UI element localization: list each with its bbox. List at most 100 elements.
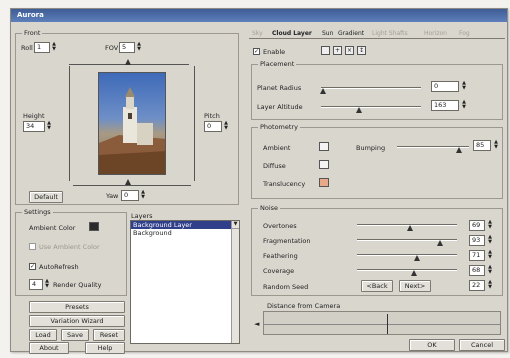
fragmentation-label: Fragmentation bbox=[263, 237, 311, 245]
layer-move-icon[interactable]: ↕ bbox=[357, 46, 366, 55]
layer-delete-icon[interactable]: × bbox=[345, 46, 354, 55]
layer-copy-icon[interactable] bbox=[321, 46, 330, 55]
overtones-thumb[interactable] bbox=[407, 225, 413, 231]
overtones-spinner[interactable]: ▲ ▼ bbox=[487, 220, 493, 231]
yaw-spinner[interactable]: ▲ ▼ bbox=[140, 190, 146, 201]
layers-scrollbar[interactable]: ▼ bbox=[231, 221, 239, 343]
help-button[interactable]: Help bbox=[85, 342, 125, 354]
layer-altitude-spinner[interactable]: ▲ ▼ bbox=[461, 100, 467, 111]
layer-add-icon[interactable]: + bbox=[333, 46, 342, 55]
save-button[interactable]: Save bbox=[61, 329, 89, 341]
planet-radius-field[interactable]: 0 bbox=[431, 81, 459, 92]
preview-image bbox=[98, 72, 166, 175]
feathering-thumb[interactable] bbox=[414, 255, 420, 261]
placement-group: Placement bbox=[251, 60, 503, 120]
next-button[interactable]: Next> bbox=[399, 280, 431, 292]
pitch-label: Pitch bbox=[204, 112, 220, 120]
fragmentation-thumb[interactable] bbox=[437, 240, 443, 246]
load-button[interactable]: Load bbox=[29, 329, 57, 341]
layers-list[interactable]: Background Layer Background ▼ bbox=[130, 220, 240, 344]
front-group-title: Front bbox=[22, 29, 43, 37]
frame-bottom-handle[interactable] bbox=[125, 179, 131, 185]
coverage-thumb[interactable] bbox=[411, 270, 417, 276]
photometry-group-title: Photometry bbox=[258, 123, 300, 131]
bumping-label: Bumping bbox=[356, 144, 386, 152]
tab-horizon[interactable]: Horizon bbox=[421, 29, 450, 39]
random-seed-field[interactable]: 22 bbox=[469, 280, 485, 291]
frame-bottom-guide bbox=[73, 185, 191, 186]
yaw-field[interactable]: 0 bbox=[121, 190, 139, 201]
tab-fog[interactable]: Fog bbox=[456, 29, 473, 39]
planet-radius-thumb[interactable] bbox=[320, 88, 326, 94]
coverage-slider[interactable] bbox=[357, 269, 457, 271]
ambient-swatch[interactable] bbox=[319, 142, 329, 151]
layer-altitude-field[interactable]: 163 bbox=[431, 100, 459, 111]
overtones-field[interactable]: 69 bbox=[469, 220, 485, 231]
layer-item[interactable]: Background bbox=[131, 229, 239, 237]
random-seed-spinner[interactable]: ▲ ▼ bbox=[487, 280, 493, 291]
roll-spinner[interactable]: ▲ ▼ bbox=[51, 42, 57, 53]
scroll-down-arrow-icon[interactable]: ▼ bbox=[232, 221, 239, 229]
tab-sky[interactable]: Sky bbox=[249, 29, 266, 39]
frame-right-guide bbox=[194, 66, 195, 181]
bumping-spinner[interactable]: ▲ ▼ bbox=[493, 140, 499, 151]
feathering-spinner[interactable]: ▲ ▼ bbox=[487, 250, 493, 261]
render-quality-field[interactable]: 4 bbox=[29, 279, 43, 290]
enable-checkbox[interactable]: ✓ bbox=[253, 48, 260, 55]
ambient-color-option-checkbox bbox=[29, 243, 36, 250]
window-title: Aurora bbox=[11, 9, 507, 22]
aurora-window: Aurora Front Roll 1 ▲ ▼ FOV 5 ▲ ▼ Height 3… bbox=[10, 8, 508, 354]
diffuse-swatch[interactable] bbox=[319, 160, 329, 169]
bumping-field[interactable]: 85 bbox=[473, 140, 491, 151]
layer-altitude-slider[interactable] bbox=[321, 106, 421, 108]
cancel-button[interactable]: Cancel bbox=[459, 339, 505, 351]
tab-gradient[interactable]: Gradient bbox=[335, 29, 367, 39]
distance-baseline bbox=[264, 324, 500, 325]
render-quality-spinner[interactable]: ▲ ▼ bbox=[44, 279, 50, 290]
fov-spinner[interactable]: ▲ ▼ bbox=[136, 42, 142, 53]
fragmentation-spinner[interactable]: ▲ ▼ bbox=[487, 235, 493, 246]
layer-altitude-label: Layer Altitude bbox=[257, 103, 303, 111]
planet-radius-label: Planet Radius bbox=[257, 84, 302, 92]
back-button[interactable]: <Back bbox=[361, 280, 393, 292]
translucency-swatch[interactable] bbox=[319, 178, 329, 187]
distance-graph[interactable] bbox=[263, 311, 501, 335]
autorefresh-checkbox[interactable]: ✓ bbox=[29, 263, 36, 270]
layer-altitude-thumb[interactable] bbox=[356, 107, 362, 113]
random-seed-label: Random Seed bbox=[263, 283, 309, 291]
layer-item[interactable]: Background Layer bbox=[131, 221, 231, 229]
fov-field[interactable]: 5 bbox=[119, 42, 135, 53]
distance-left-arrow-icon[interactable]: ◄ bbox=[254, 320, 259, 328]
ambient-color-swatch[interactable] bbox=[89, 222, 99, 231]
planet-radius-slider[interactable] bbox=[321, 87, 421, 89]
height-label: Height bbox=[23, 112, 45, 120]
ok-button[interactable]: OK bbox=[409, 339, 455, 351]
variation-wizard-button[interactable]: Variation Wizard bbox=[29, 315, 125, 327]
diffuse-label: Diffuse bbox=[263, 162, 286, 170]
enable-label: Enable bbox=[263, 48, 286, 56]
reset-button[interactable]: Reset bbox=[93, 329, 125, 341]
bumping-thumb[interactable] bbox=[456, 147, 462, 153]
about-button[interactable]: About bbox=[29, 342, 69, 354]
fragmentation-field[interactable]: 93 bbox=[469, 235, 485, 246]
coverage-spinner[interactable]: ▲ ▼ bbox=[487, 265, 493, 276]
height-spinner[interactable]: ▲ ▼ bbox=[46, 121, 52, 132]
distance-marker[interactable] bbox=[387, 314, 388, 334]
pitch-field[interactable]: 0 bbox=[204, 121, 222, 132]
tab-cloud-layer[interactable]: Cloud Layer bbox=[269, 29, 315, 39]
pitch-spinner[interactable]: ▲ ▼ bbox=[223, 121, 229, 132]
feathering-field[interactable]: 71 bbox=[469, 250, 485, 261]
height-field[interactable]: 34 bbox=[23, 121, 45, 132]
church-tower-picture bbox=[99, 87, 165, 174]
tab-sun[interactable]: Sun bbox=[319, 29, 336, 39]
autorefresh-label: AutoRefresh bbox=[39, 263, 79, 271]
presets-button[interactable]: Presets bbox=[29, 301, 125, 313]
default-button[interactable]: Default bbox=[29, 191, 63, 203]
feathering-slider[interactable] bbox=[357, 254, 457, 256]
feathering-label: Feathering bbox=[263, 252, 298, 260]
coverage-field[interactable]: 68 bbox=[469, 265, 485, 276]
tab-light-shafts[interactable]: Light Shafts bbox=[369, 29, 411, 39]
roll-field[interactable]: 1 bbox=[34, 42, 50, 53]
planet-radius-spinner[interactable]: ▲ ▼ bbox=[461, 81, 467, 92]
frame-top-handle[interactable] bbox=[125, 59, 131, 65]
